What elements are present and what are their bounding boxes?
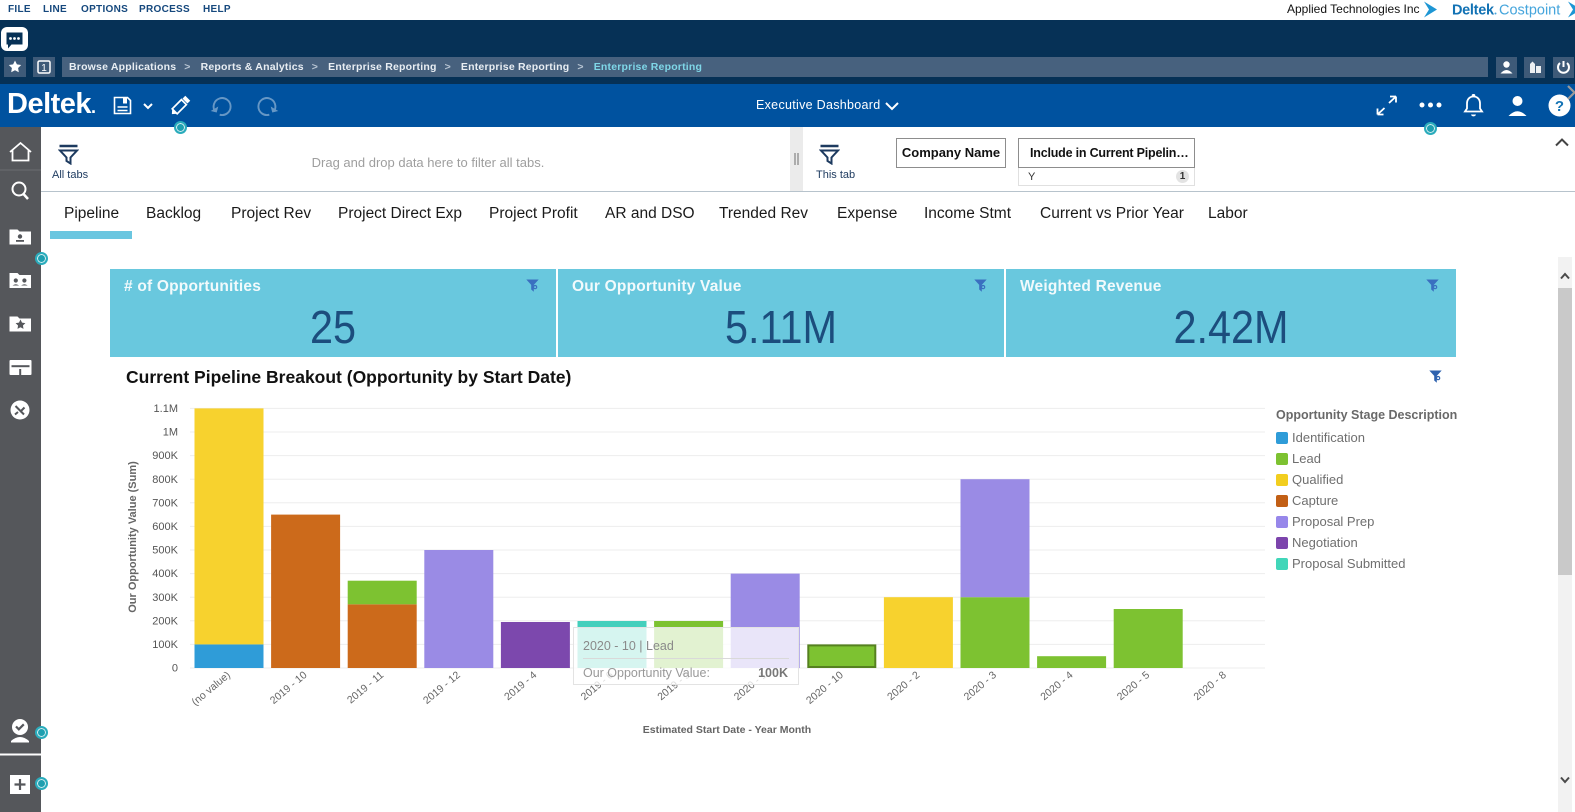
svg-text:400K: 400K [152,568,178,580]
svg-text:1M: 1M [163,427,178,439]
svg-text:Costpoint: Costpoint [1499,3,1560,19]
svg-text:900K: 900K [152,450,178,462]
svg-text:2020 - 4: 2020 - 4 [1038,669,1075,703]
svg-text:(no value): (no value) [189,669,232,708]
svg-text:200K: 200K [152,615,178,627]
svg-text:2020 - 3: 2020 - 3 [962,669,999,703]
svg-text:300K: 300K [152,592,178,604]
svg-text:Our Opportunity Value (Sum): Our Opportunity Value (Sum) [127,461,139,613]
svg-text:700K: 700K [152,497,178,509]
svg-text:1: 1 [41,63,47,74]
svg-text:2020 - 10: 2020 - 10 [804,669,846,707]
svg-text:100K: 100K [152,639,178,651]
svg-text:?: ? [1555,98,1564,115]
svg-text:2020 - 5: 2020 - 5 [1115,669,1152,703]
svg-text:0: 0 [172,663,178,675]
svg-text:2019 - 12: 2019 - 12 [421,669,463,707]
svg-text:Deltek: Deltek [1452,3,1495,19]
svg-text:Estimated Start Date - Year Mo: Estimated Start Date - Year Month [643,724,811,736]
svg-text:2019 - 4: 2019 - 4 [502,669,539,703]
svg-text:2019 - 10: 2019 - 10 [268,669,310,707]
svg-text:500K: 500K [152,545,178,557]
svg-text:2020 - 8: 2020 - 8 [1191,669,1228,703]
svg-text:1.1M: 1.1M [154,403,178,415]
svg-text:2019 - 11: 2019 - 11 [345,669,386,706]
svg-text:2020 - 2: 2020 - 2 [885,669,922,703]
svg-text:800K: 800K [152,474,178,486]
svg-text:600K: 600K [152,521,178,533]
